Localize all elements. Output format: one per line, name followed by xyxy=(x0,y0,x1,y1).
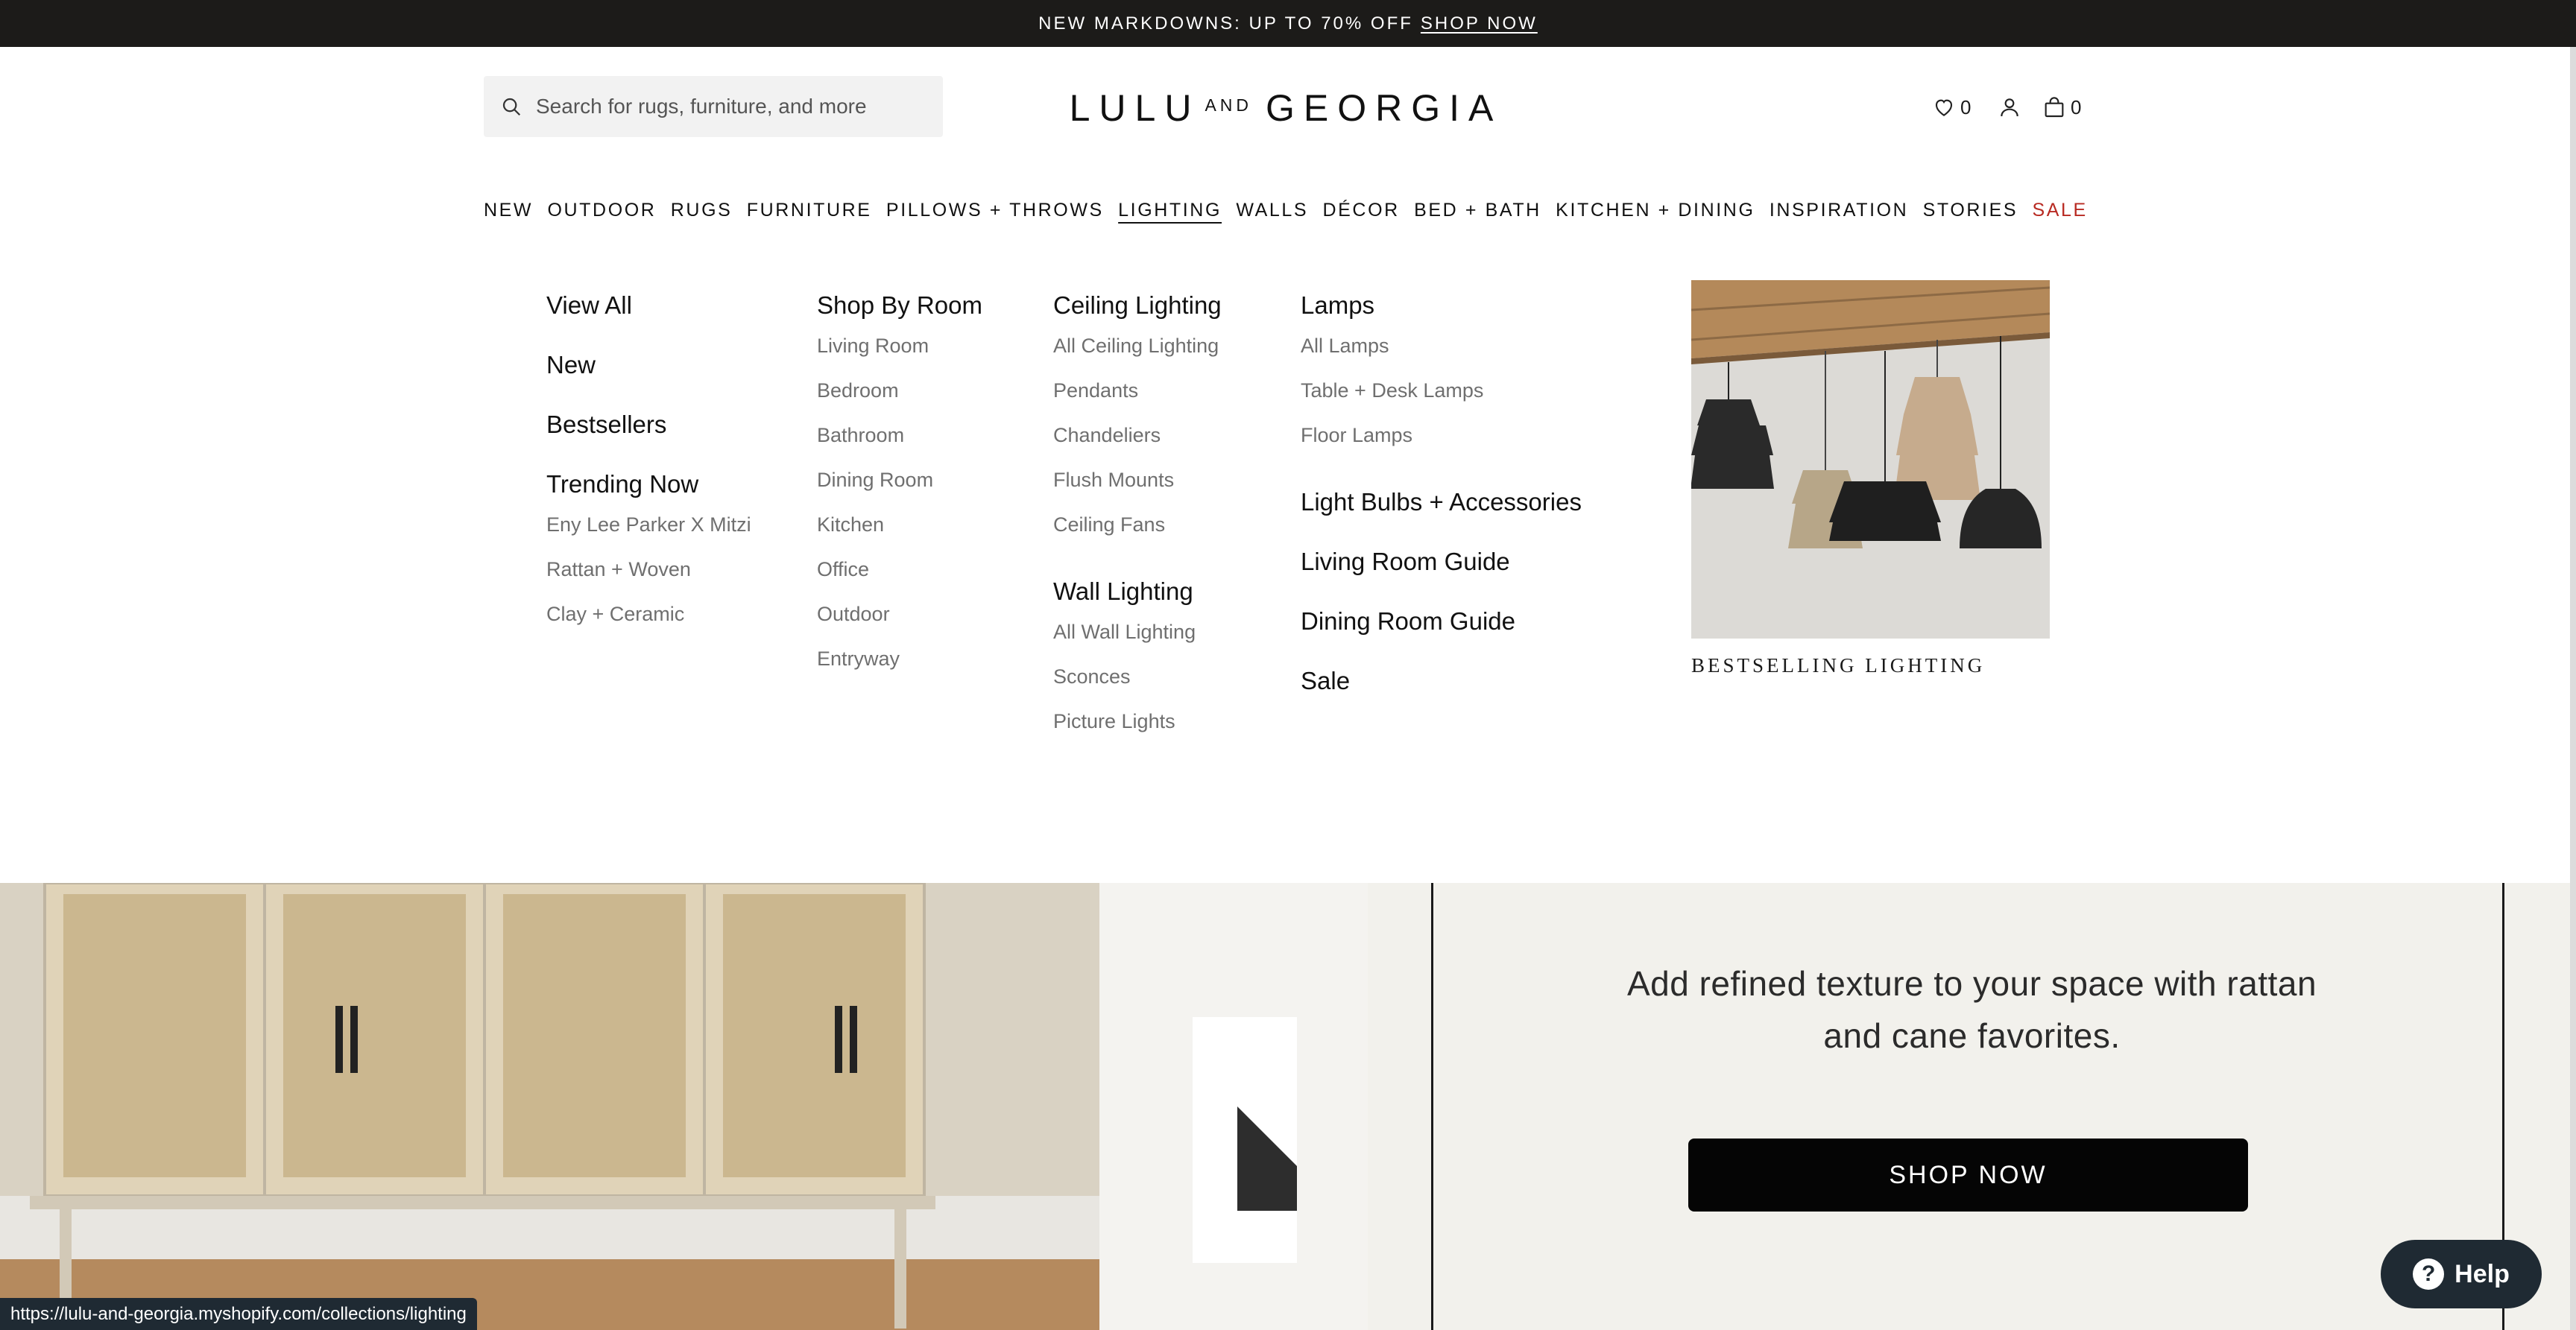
cart-count: 0 xyxy=(2071,95,2082,118)
menu-shop-by-room[interactable]: Shop By Room xyxy=(817,291,982,320)
menu-column-ceiling-wall: Ceiling Lighting All Ceiling Lighting Pe… xyxy=(1053,291,1222,744)
status-bar-url: https://lulu-and-georgia.myshopify.com/c… xyxy=(0,1298,477,1330)
menu-column-featured: View All New Bestsellers Trending Now En… xyxy=(546,291,751,636)
nav-sale[interactable]: SALE xyxy=(2032,200,2087,221)
menu-link[interactable]: Table + Desk Lamps xyxy=(1301,368,1582,413)
menu-link[interactable]: Clay + Ceramic xyxy=(546,592,751,636)
menu-link[interactable]: Chandeliers xyxy=(1053,413,1222,457)
nav-furniture[interactable]: FURNITURE xyxy=(747,200,872,221)
menu-link[interactable]: Picture Lights xyxy=(1053,699,1222,744)
nav-walls[interactable]: WALLS xyxy=(1236,200,1308,221)
announcement-text: NEW MARKDOWNS: UP TO 70% OFF xyxy=(1038,13,1413,34)
page-scrollbar[interactable] xyxy=(2570,47,2576,1330)
promo-caption[interactable]: BESTSELLING LIGHTING xyxy=(1691,654,1985,677)
menu-bestsellers[interactable]: Bestsellers xyxy=(546,410,751,440)
menu-link[interactable]: Ceiling Fans xyxy=(1053,502,1222,547)
menu-new[interactable]: New xyxy=(546,350,751,380)
menu-link[interactable]: Eny Lee Parker X Mitzi xyxy=(546,502,751,547)
menu-link[interactable]: All Lamps xyxy=(1301,323,1582,368)
announcement-bar: NEW MARKDOWNS: UP TO 70% OFF SHOP NOW xyxy=(0,0,2576,47)
bestselling-lighting-image[interactable] xyxy=(1691,280,2050,639)
logo-georgia: GEORGIA xyxy=(1266,87,1503,129)
menu-sale[interactable]: Sale xyxy=(1301,666,1582,696)
menu-link[interactable]: Bedroom xyxy=(817,368,982,413)
menu-spacer xyxy=(1301,457,1582,487)
nav-inspiration[interactable]: INSPIRATION xyxy=(1770,200,1909,221)
menu-link[interactable]: Living Room xyxy=(817,323,982,368)
nav-bed-bath[interactable]: BED + BATH xyxy=(1414,200,1541,221)
wishlist-count: 0 xyxy=(1960,95,1972,118)
site-logo[interactable]: LULU AND GEORGIA xyxy=(1066,83,1506,133)
nav-decor[interactable]: DÉCOR xyxy=(1323,200,1400,221)
menu-link[interactable]: Rattan + Woven xyxy=(546,547,751,592)
menu-spacer xyxy=(1053,547,1222,577)
lighting-mega-menu: View All New Bestsellers Trending Now En… xyxy=(0,253,2576,883)
menu-column-shop-by-room: Shop By Room Living Room Bedroom Bathroo… xyxy=(817,291,982,681)
help-label: Help xyxy=(2455,1259,2510,1288)
search-bar[interactable] xyxy=(484,76,943,137)
rattan-sideboard-image[interactable] xyxy=(0,883,1368,1330)
nav-lighting[interactable]: LIGHTING xyxy=(1118,200,1222,221)
menu-living-room-guide[interactable]: Living Room Guide xyxy=(1301,547,1582,577)
heart-icon xyxy=(1935,99,1953,116)
search-input[interactable] xyxy=(536,95,924,118)
wishlist-button[interactable]: 0 xyxy=(1932,92,1971,122)
nav-rugs[interactable]: RUGS xyxy=(671,200,733,221)
nav-kitchen-dining[interactable]: KITCHEN + DINING xyxy=(1556,200,1755,221)
hero-text: Add refined texture to your space with r… xyxy=(1368,957,2576,1062)
cart-button[interactable]: 0 xyxy=(2042,92,2081,122)
menu-link[interactable]: Flush Mounts xyxy=(1053,457,1222,502)
menu-link[interactable]: Dining Room xyxy=(817,457,982,502)
menu-link[interactable]: Floor Lamps xyxy=(1301,413,1582,457)
shopping-bag-icon xyxy=(2045,97,2064,118)
account-button[interactable] xyxy=(1998,92,2021,122)
nav-new[interactable]: NEW xyxy=(484,200,533,221)
help-button[interactable]: ? Help xyxy=(2381,1240,2542,1308)
menu-link[interactable]: Kitchen xyxy=(817,502,982,547)
logo-and: AND xyxy=(1205,95,1253,115)
menu-link[interactable]: All Wall Lighting xyxy=(1053,609,1222,654)
nav-stories[interactable]: STORIES xyxy=(1923,200,2018,221)
menu-dining-room-guide[interactable]: Dining Room Guide xyxy=(1301,607,1582,636)
menu-wall-lighting[interactable]: Wall Lighting xyxy=(1053,577,1222,607)
menu-lamps[interactable]: Lamps xyxy=(1301,291,1582,320)
hero-text-line-2: and cane favorites. xyxy=(1823,1016,2121,1055)
menu-link[interactable]: Pendants xyxy=(1053,368,1222,413)
announcement-shop-now-link[interactable]: SHOP NOW xyxy=(1421,13,1538,34)
nav-pillows-throws[interactable]: PILLOWS + THROWS xyxy=(886,200,1104,221)
menu-link[interactable]: Bathroom xyxy=(817,413,982,457)
question-icon: ? xyxy=(2413,1258,2445,1290)
menu-light-bulbs[interactable]: Light Bulbs + Accessories xyxy=(1301,487,1582,517)
hero-shop-now-button[interactable]: SHOP NOW xyxy=(1688,1139,2248,1212)
menu-link[interactable]: Sconces xyxy=(1053,654,1222,699)
menu-link[interactable]: Entryway xyxy=(817,636,982,681)
menu-view-all[interactable]: View All xyxy=(546,291,751,320)
logo-lulu: LULU xyxy=(1069,87,1201,129)
search-icon xyxy=(502,98,521,116)
nav-outdoor[interactable]: OUTDOOR xyxy=(547,200,656,221)
menu-link[interactable]: Outdoor xyxy=(817,592,982,636)
menu-link[interactable]: All Ceiling Lighting xyxy=(1053,323,1222,368)
menu-link[interactable]: Office xyxy=(817,547,982,592)
user-icon xyxy=(2001,98,2018,117)
hero-frame xyxy=(1431,883,2504,1330)
main-nav: NEW OUTDOOR RUGS FURNITURE PILLOWS + THR… xyxy=(484,195,2088,225)
menu-column-lamps: Lamps All Lamps Table + Desk Lamps Floor… xyxy=(1301,291,1582,696)
menu-trending-now[interactable]: Trending Now xyxy=(546,469,751,499)
menu-ceiling-lighting[interactable]: Ceiling Lighting xyxy=(1053,291,1222,320)
hero-text-line-1: Add refined texture to your space with r… xyxy=(1626,964,2317,1003)
